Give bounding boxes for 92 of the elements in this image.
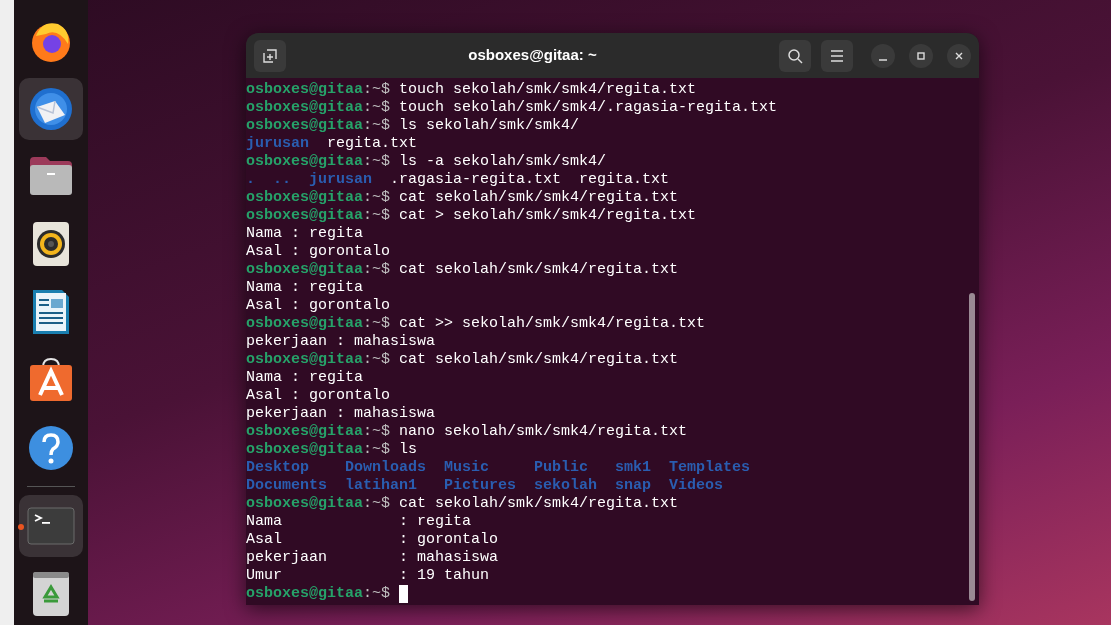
prompt-user: osboxes@gitaa: [246, 585, 364, 603]
new-tab-button[interactable]: [254, 39, 286, 72]
running-indicator: [18, 524, 24, 531]
scrollbar-thumb[interactable]: [969, 293, 975, 601]
output-line: Asal : gorontalo: [246, 387, 392, 405]
output-line: pekerjaan : mahasiswa: [246, 333, 437, 351]
file-name: .ragasia-regita.txt: [390, 171, 562, 189]
prompt-path: :~$: [363, 117, 391, 135]
directory-name: latihan1: [345, 477, 419, 495]
output-line: pekerjaan : mahasiswa: [246, 549, 500, 567]
directory-name: Documents: [246, 477, 327, 495]
output-line: Asal : gorontalo: [246, 243, 392, 261]
command-text: nano sekolah/smk/smk4/regita.txt: [399, 423, 688, 441]
file-name: regita.txt: [579, 171, 670, 189]
command-text: cat >> sekolah/smk/smk4/regita.txt: [399, 315, 706, 333]
prompt-user: osboxes@gitaa: [246, 153, 364, 171]
directory-name: jurusan: [309, 171, 373, 189]
new-tab-icon: [262, 47, 278, 64]
prompt-path: :~$: [363, 441, 391, 459]
prompt-path: :~$: [363, 189, 391, 207]
prompt-path: :~$: [363, 315, 391, 333]
close-icon: [954, 50, 964, 61]
directory-name: Downloads: [345, 459, 427, 477]
prompt-path: :~$: [363, 99, 391, 117]
prompt-path: :~$: [363, 585, 391, 603]
file-name: regita.txt: [327, 135, 418, 153]
output-line: Umur : 19 tahun: [246, 567, 491, 585]
prompt-path: :~$: [363, 81, 391, 99]
output-line: Nama : regita: [246, 369, 365, 387]
output-line: pekerjaan : mahasiswa: [246, 405, 437, 423]
directory-name: Videos: [669, 477, 725, 495]
prompt-path: :~$: [363, 153, 391, 171]
output-line: Nama : regita: [246, 513, 473, 531]
prompt-user: osboxes@gitaa: [246, 117, 364, 135]
minimize-icon: [879, 58, 887, 61]
folder-icon: [28, 155, 74, 198]
prompt-user: osboxes@gitaa: [246, 315, 364, 333]
prompt-user: osboxes@gitaa: [246, 99, 364, 117]
directory-name: smk1: [615, 459, 652, 477]
output-line: Asal : gorontalo: [246, 297, 392, 315]
prompt-path: :~$: [363, 495, 391, 513]
directory-name: sekolah: [534, 477, 598, 495]
directory-name: .: [246, 171, 255, 189]
command-text: cat sekolah/smk/smk4/regita.txt: [399, 495, 679, 513]
terminal-icon: [27, 507, 75, 546]
shopping-bag-icon: [28, 356, 74, 403]
menu-button[interactable]: [821, 39, 853, 72]
output-line: Nama : regita: [246, 225, 365, 243]
directory-name: jurusan: [246, 135, 309, 153]
prompt-user: osboxes@gitaa: [246, 261, 364, 279]
close-button[interactable]: [947, 43, 971, 68]
command-text: ls -a sekolah/smk/smk4/: [399, 153, 607, 171]
document-icon: [32, 289, 70, 335]
directory-name: Public: [534, 459, 590, 477]
minimize-button[interactable]: [871, 43, 895, 68]
menu-icon: [830, 49, 844, 62]
prompt-user: osboxes@gitaa: [246, 189, 364, 207]
window-title: osboxes@gitaa: ~: [468, 45, 597, 66]
dock-item[interactable]: [19, 77, 83, 140]
prompt-path: :~$: [363, 351, 391, 369]
prompt-user: osboxes@gitaa: [246, 423, 364, 441]
output-line: Asal : gorontalo: [246, 531, 500, 549]
prompt-path: :~$: [363, 261, 391, 279]
command-text: touch sekolah/smk/smk4/.ragasia-regita.txt: [399, 99, 778, 117]
command-text: ls: [399, 441, 418, 459]
maximize-icon: [916, 50, 926, 61]
prompt-path: :~$: [363, 207, 391, 225]
prompt-user: osboxes@gitaa: [246, 81, 364, 99]
command-text: cat > sekolah/smk/smk4/regita.txt: [399, 207, 697, 225]
prompt-user: osboxes@gitaa: [246, 495, 364, 513]
prompt-user: osboxes@gitaa: [246, 441, 364, 459]
directory-name: Pictures: [444, 477, 517, 495]
directory-name: Templates: [669, 459, 751, 477]
speaker-icon: [32, 221, 70, 268]
recycle-bin-icon: [32, 571, 70, 618]
output-line: Nama : regita: [246, 279, 365, 297]
maximize-button[interactable]: [909, 43, 933, 68]
directory-name: snap: [615, 477, 652, 495]
question-mark-icon: [28, 424, 74, 471]
prompt-user: osboxes@gitaa: [246, 207, 364, 225]
command-text: touch sekolah/smk/smk4/regita.txt: [399, 81, 697, 99]
prompt-user: osboxes@gitaa: [246, 351, 364, 369]
search-icon: [787, 47, 803, 64]
command-text: cat sekolah/smk/smk4/regita.txt: [399, 189, 679, 207]
search-button[interactable]: [779, 39, 811, 72]
directory-name: ..: [273, 171, 292, 189]
prompt-path: :~$: [363, 423, 391, 441]
directory-name: Desktop: [246, 459, 310, 477]
command-text: cat sekolah/smk/smk4/regita.txt: [399, 261, 679, 279]
directory-name: Music: [444, 459, 491, 477]
command-text: ls sekolah/smk/smk4/: [399, 117, 580, 135]
command-text: cat sekolah/smk/smk4/regita.txt: [399, 351, 679, 369]
